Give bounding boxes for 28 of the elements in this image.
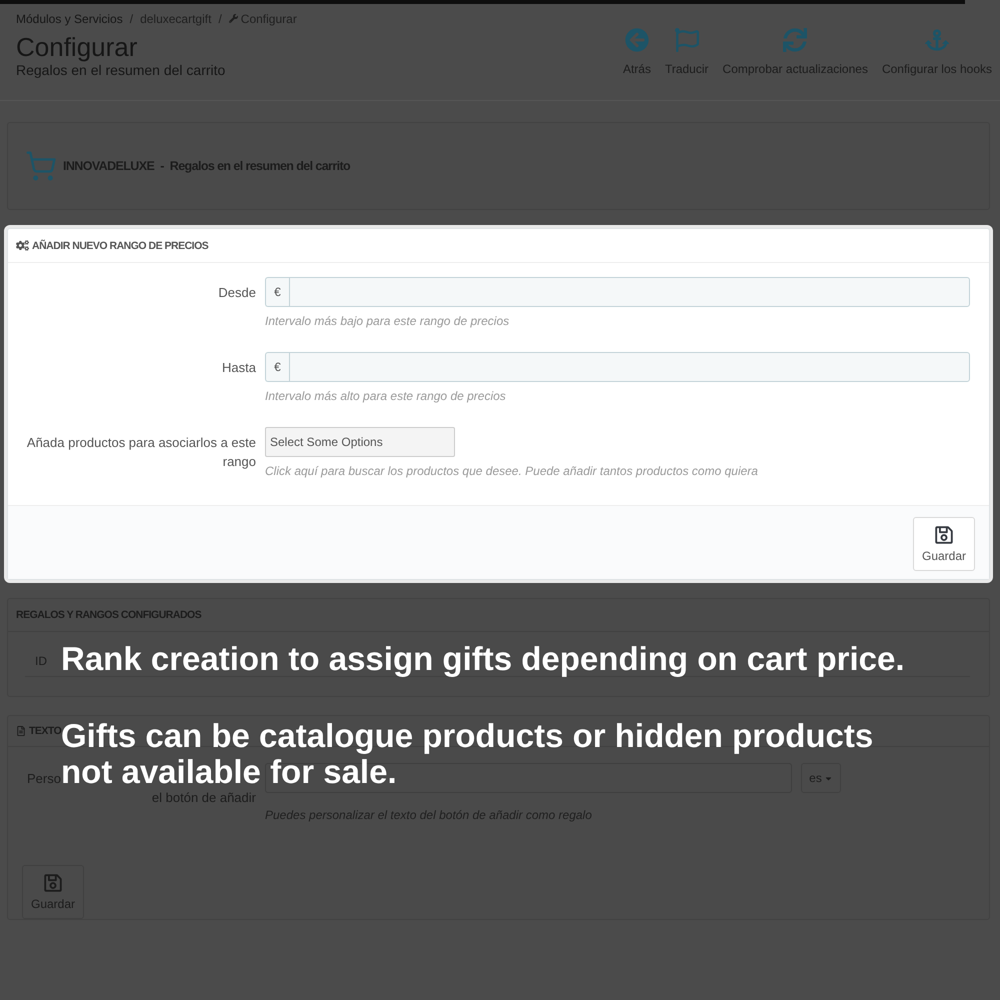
caption-text: Rank creation to assign gifts depending on cart price.	[61, 641, 904, 677]
save-button[interactable]: Guardar	[913, 517, 975, 571]
currency-addon: €	[265, 352, 289, 382]
anchor-icon	[924, 28, 949, 52]
save-icon	[934, 525, 954, 545]
price-input[interactable]	[289, 352, 970, 382]
field-label: Hasta	[222, 359, 256, 377]
document-icon	[16, 726, 26, 736]
wrench-icon	[228, 14, 238, 23]
caption-text: Gifts can be catalogue products or hidden products	[61, 718, 874, 754]
field-label: Desde	[218, 284, 256, 302]
breadcrumb-separator: /	[130, 12, 134, 26]
panel-title: AÑADIR NUEVO RANGO DE PRECIOS	[32, 240, 208, 252]
breadcrumb-separator: /	[218, 12, 222, 26]
currency-addon: €	[265, 277, 289, 307]
help-text: Click aquí para buscar los productos que desee. Puede añadir tantos productos como quiera	[265, 463, 758, 480]
caption-text: not available for sale.	[61, 754, 397, 790]
help-text: Intervalo más alto para este rango de precios	[265, 388, 506, 405]
price-input[interactable]	[289, 277, 970, 307]
product-select[interactable]: Select Some Options	[265, 427, 455, 457]
save-icon	[43, 873, 63, 893]
field-label: Añada productos para asociarlos a este rango	[26, 434, 256, 471]
cart-icon	[25, 150, 57, 182]
refresh-icon	[783, 28, 808, 52]
help-text: Intervalo más bajo para este rango de precios	[265, 313, 510, 330]
banner-separator: -	[160, 159, 164, 173]
gears-icon	[16, 239, 29, 252]
flag-icon	[674, 28, 699, 52]
